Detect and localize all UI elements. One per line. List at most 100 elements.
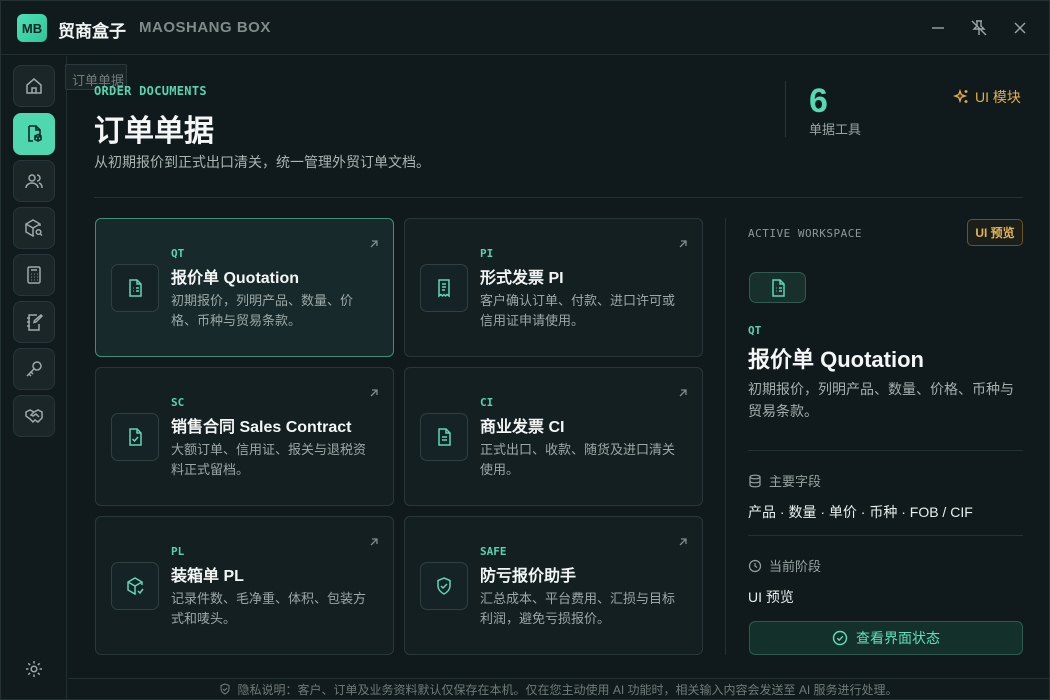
sidebar-item-calculator[interactable] xyxy=(13,254,55,296)
app-name: 贸商盒子 xyxy=(58,22,126,41)
file-list-icon xyxy=(771,278,785,297)
card-title: 形式发票 PI xyxy=(480,270,564,287)
sidebar-item-keys[interactable] xyxy=(13,348,55,390)
minimize-button[interactable] xyxy=(925,15,951,41)
card-title: 销售合同 Sales Contract xyxy=(171,419,352,436)
key-icon xyxy=(26,361,42,377)
minimize-icon xyxy=(932,27,944,29)
title-bar: MB 贸商盒子 MAOSHANG BOX xyxy=(1,1,1049,55)
unpin-button[interactable] xyxy=(966,15,992,41)
privacy-footer: 隐私说明：客户、订单及业务资料默认仅保存在本机。仅在您主动使用 AI 功能时，相… xyxy=(68,678,1049,699)
package-check-icon xyxy=(127,577,144,595)
active-workspace-label: ACTIVE WORKSPACE xyxy=(748,227,862,240)
card-sales-contract[interactable]: SC 销售合同 Sales Contract 大额订单、信用证、报关与退税资料正… xyxy=(95,367,394,506)
shield-check-icon xyxy=(437,577,451,595)
panel-divider-2 xyxy=(748,535,1023,536)
handshake-icon xyxy=(25,409,43,424)
card-loss-prevention[interactable]: SAFE 防亏报价助手 汇总成本、平台费用、汇损与目标利润，避免亏损报价。 xyxy=(404,516,703,655)
ui-module-label: UI 模块 xyxy=(975,89,1021,105)
shield-check-icon xyxy=(220,683,231,695)
panel-divider xyxy=(725,218,726,655)
header-divider xyxy=(94,197,1023,198)
card-desc: 大额订单、信用证、报关与退税资料正式留档。 xyxy=(171,442,367,477)
file-text-icon xyxy=(438,428,451,446)
ui-preview-badge: UI 预览 xyxy=(967,219,1023,246)
stage-label-text: 当前阶段 xyxy=(769,559,822,574)
panel-divider-1 xyxy=(748,450,1023,451)
database-icon xyxy=(749,474,761,487)
sparkle-icon xyxy=(953,89,968,104)
card-title: 防亏报价助手 xyxy=(480,568,577,585)
calculator-icon xyxy=(27,266,41,284)
sidebar-item-order-documents[interactable] xyxy=(13,113,55,155)
panel-title: 报价单 Quotation xyxy=(748,347,924,372)
clock-icon xyxy=(748,559,762,572)
stage-section-label: 当前阶段 xyxy=(748,556,821,575)
gear-icon xyxy=(26,661,42,677)
card-desc: 汇总成本、平台费用、汇损与目标利润，避免亏损报价。 xyxy=(480,591,676,626)
card-desc: 初期报价，列明产品、数量、价格、币种与贸易条款。 xyxy=(171,293,354,328)
app-logo: MB xyxy=(17,14,47,42)
card-icon-box xyxy=(420,413,468,461)
pin-off-icon xyxy=(971,20,987,36)
document-box-icon xyxy=(28,125,42,142)
section-eyebrow: ORDER DOCUMENTS xyxy=(94,84,207,98)
stat-divider xyxy=(785,81,786,137)
panel-icon-box xyxy=(749,272,806,303)
file-check-icon xyxy=(129,428,142,446)
users-icon xyxy=(25,174,43,189)
package-search-icon xyxy=(25,219,43,237)
card-quotation[interactable]: QT 报价单 Quotation 初期报价，列明产品、数量、价格、币种与贸易条款… xyxy=(95,218,394,357)
card-tag: PI xyxy=(480,247,494,260)
fields-section-label: 主要字段 xyxy=(748,471,821,490)
receipt-icon xyxy=(438,279,450,298)
close-icon xyxy=(1014,22,1026,34)
sidebar xyxy=(1,56,67,699)
card-desc: 正式出口、收款、随货及进口清关使用。 xyxy=(480,442,676,477)
card-tag: PL xyxy=(171,545,185,558)
card-tag: SAFE xyxy=(480,545,507,558)
arrow-up-right-icon xyxy=(678,537,688,547)
arrow-up-right-icon xyxy=(678,388,688,398)
notebook-edit-icon xyxy=(27,313,44,331)
card-proforma-invoice[interactable]: PI 形式发票 PI 客户确认订单、付款、进口许可或信用证申请使用。 xyxy=(404,218,703,357)
privacy-text: 隐私说明：客户、订单及业务资料默认仅保存在本机。仅在您主动使用 AI 功能时，相… xyxy=(237,682,898,697)
card-icon-box xyxy=(420,562,468,610)
sidebar-item-home[interactable] xyxy=(13,65,55,107)
card-tag: CI xyxy=(480,396,494,409)
card-tag: SC xyxy=(171,396,185,409)
sidebar-item-partners[interactable] xyxy=(13,395,55,437)
arrow-up-right-icon xyxy=(369,239,379,249)
settings-button[interactable] xyxy=(13,648,55,690)
sidebar-item-notes[interactable] xyxy=(13,301,55,343)
card-desc: 记录件数、毛净重、体积、包装方式和唛头。 xyxy=(171,591,367,626)
tool-count: 6 xyxy=(809,82,828,120)
card-commercial-invoice[interactable]: CI 商业发票 CI 正式出口、收款、随货及进口清关使用。 xyxy=(404,367,703,506)
check-circle-icon xyxy=(832,630,848,646)
card-desc: 客户确认订单、付款、进口许可或信用证申请使用。 xyxy=(480,293,676,328)
file-list-icon xyxy=(129,279,142,297)
card-icon-box xyxy=(420,264,468,312)
tool-count-label: 单据工具 xyxy=(809,122,862,137)
app-name-en: MAOSHANG BOX xyxy=(139,19,271,36)
view-ui-status-button[interactable]: 查看界面状态 xyxy=(749,621,1023,655)
ui-module-link[interactable]: UI 模块 xyxy=(953,87,1021,107)
card-title: 商业发票 CI xyxy=(480,419,565,436)
view-ui-status-label: 查看界面状态 xyxy=(856,630,940,646)
sidebar-item-products[interactable] xyxy=(13,207,55,249)
app-window: MB 贸商盒子 MAOSHANG BOX 订单单据 ORDER DOCUMENT… xyxy=(0,0,1050,700)
arrow-up-right-icon xyxy=(369,388,379,398)
arrow-up-right-icon xyxy=(369,537,379,547)
fields-label-text: 主要字段 xyxy=(769,474,822,489)
page-title: 订单单据 xyxy=(94,115,214,148)
close-button[interactable] xyxy=(1007,15,1033,41)
page-subtitle: 从初期报价到正式出口清关，统一管理外贸订单文档。 xyxy=(94,154,430,170)
panel-tag: QT xyxy=(748,324,762,337)
panel-desc: 初期报价，列明产品、数量、价格、币种与贸易条款。 xyxy=(748,381,1014,419)
card-icon-box xyxy=(111,562,159,610)
fields-value: 产品 · 数量 · 单价 · 币种 · FOB / CIF xyxy=(748,504,973,520)
home-icon xyxy=(26,78,42,94)
sidebar-item-customers[interactable] xyxy=(13,160,55,202)
card-packing-list[interactable]: PL 装箱单 PL 记录件数、毛净重、体积、包装方式和唛头。 xyxy=(95,516,394,655)
stage-value: UI 预览 xyxy=(748,589,794,605)
